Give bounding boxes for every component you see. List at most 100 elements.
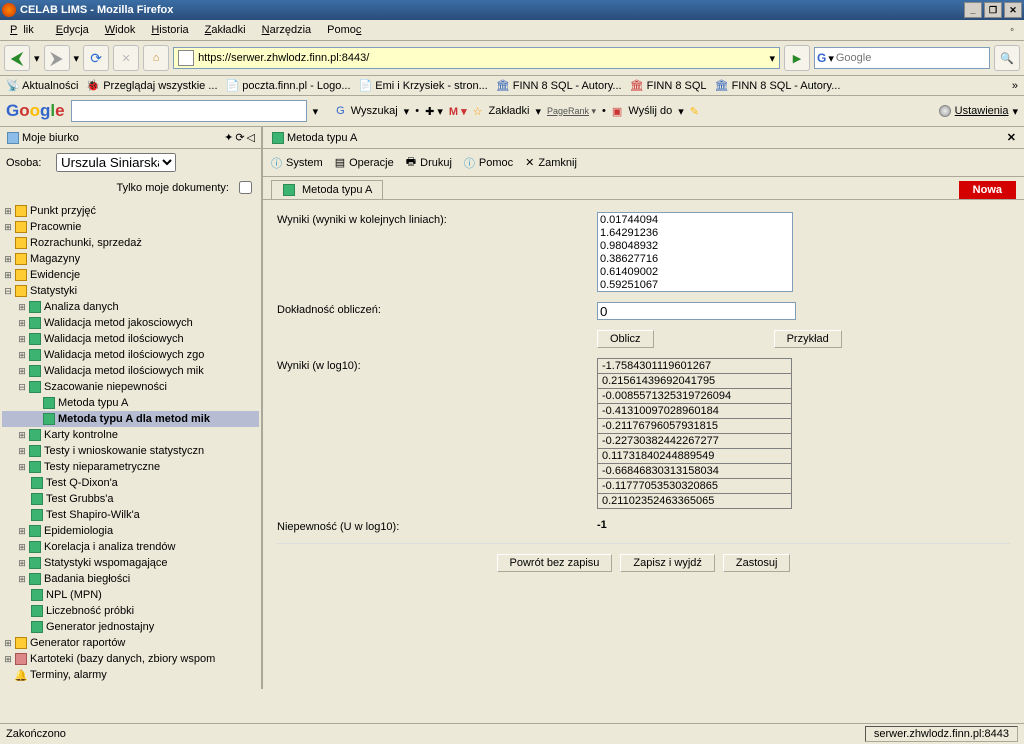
tree-walidilosz[interactable]: Walidacja metod ilościowych zgo: [44, 349, 204, 361]
tree-ewidencje[interactable]: Ewidencje: [30, 269, 80, 281]
tree-walidilos[interactable]: Walidacja metod ilościowych: [44, 333, 184, 345]
sidebar-action1-icon[interactable]: ✦: [224, 131, 233, 144]
google-star-icon[interactable]: ☆: [473, 105, 483, 118]
google-wyszukaj[interactable]: Wyszukaj: [351, 105, 398, 117]
reload-button[interactable]: ⟳: [83, 45, 109, 71]
tree-epi[interactable]: Epidemiologia: [44, 525, 113, 537]
tree-terminy[interactable]: Terminy, alarmy: [30, 669, 107, 681]
google-plus-icon[interactable]: ✚ ▾: [425, 105, 443, 118]
menu-widok[interactable]: Widok: [99, 22, 142, 38]
log10-cell: -0.21176796057931815: [598, 419, 792, 434]
tree-statystyki[interactable]: Statystyki: [30, 285, 77, 297]
przyklad-button[interactable]: Przykład: [774, 330, 842, 348]
search-input[interactable]: [834, 51, 987, 65]
tree-kartoteki[interactable]: Kartoteki (bazy danych, zbiory wspom: [30, 653, 215, 665]
wyszukaj-dropdown[interactable]: ▾: [404, 105, 410, 118]
google-zakladki[interactable]: Zakładki: [488, 105, 529, 117]
tree-liczebnosc[interactable]: Liczebność próbki: [46, 605, 134, 617]
tree-korelacja[interactable]: Korelacja i analiza trendów: [44, 541, 175, 553]
bookmark-aktualnosci[interactable]: 📡 Aktualności: [6, 79, 78, 92]
menu-pomoc[interactable]: ⓘPomoc: [464, 155, 513, 171]
bookmark-finn2[interactable]: 🏛 FINN 8 SQL: [630, 79, 707, 92]
sidebar-collapse-icon[interactable]: ◁: [247, 131, 255, 144]
close-button[interactable]: ✕: [1004, 2, 1022, 18]
menu-zamknij[interactable]: ✕Zamknij: [525, 156, 577, 169]
go-button[interactable]: ▶: [784, 45, 810, 71]
tree-walidjak[interactable]: Walidacja metod jakosciowych: [44, 317, 193, 329]
tree-metoda-a[interactable]: Metoda typu A: [58, 397, 128, 409]
oblicz-button[interactable]: Oblicz: [597, 330, 654, 348]
zapisz-button[interactable]: Zapisz i wyjdź: [620, 554, 714, 572]
bookmark-finn3[interactable]: 🏛 FINN 8 SQL - Autory...: [715, 79, 841, 92]
menu-narzedzia[interactable]: Narzędzia: [256, 22, 318, 38]
bookmark-poczta[interactable]: 📄 poczta.finn.pl - Logo...: [226, 79, 351, 92]
tree-szacowanie[interactable]: Szacowanie niepewności: [44, 381, 167, 393]
forward-dropdown[interactable]: ▾: [74, 52, 80, 65]
dokladnosc-input[interactable]: [597, 302, 796, 320]
wyniki-textarea[interactable]: 0.01744094 1.64291236 0.98048932 0.38627…: [597, 212, 793, 292]
tree-statwsp[interactable]: Statystyki wspomagające: [44, 557, 168, 569]
tree-karty[interactable]: Karty kontrolne: [44, 429, 118, 441]
content-close-icon[interactable]: ✕: [1007, 131, 1016, 144]
google-search-input[interactable]: [71, 100, 307, 122]
menu-edycja[interactable]: Edycja: [50, 22, 95, 38]
back-dropdown[interactable]: ▾: [34, 52, 40, 65]
tab-metoda-a[interactable]: Metoda typu A: [271, 180, 383, 199]
bookmark-finn1[interactable]: 🏛 FINN 8 SQL - Autory...: [496, 79, 622, 92]
tree-testystat[interactable]: Testy i wnioskowanie statystyczn: [44, 445, 204, 457]
google-wyslij[interactable]: Wyślij do: [628, 105, 672, 117]
tree-generatorr[interactable]: Generator raportów: [30, 637, 125, 649]
bookmark-emi[interactable]: 📄 Emi i Krzysiek - stron...: [359, 79, 488, 92]
settings-icon[interactable]: [939, 105, 951, 117]
menu-operacje[interactable]: ▤Operacje: [335, 156, 394, 169]
tree-testynp[interactable]: Testy nieparametryczne: [44, 461, 160, 473]
google-search-dropdown[interactable]: ▾: [313, 105, 319, 118]
tree-npl[interactable]: NPL (MPN): [46, 589, 102, 601]
home-button[interactable]: ⌂: [143, 45, 169, 71]
nav-tree[interactable]: ⊞Punkt przyjęć ⊞Pracownie Rozrachunki, s…: [0, 201, 261, 689]
search-engine-icon[interactable]: G: [817, 51, 826, 65]
nowa-button[interactable]: Nowa: [959, 181, 1016, 199]
sidebar-action2-icon[interactable]: ⟳: [235, 131, 244, 144]
tylko-moje-checkbox[interactable]: [239, 181, 252, 194]
tree-walidilosm[interactable]: Walidacja metod ilościowych mik: [44, 365, 204, 377]
tree-rozrachunki[interactable]: Rozrachunki, sprzedaż: [30, 237, 142, 249]
menu-more-icon[interactable]: ◦: [1004, 22, 1020, 38]
google-search-icon[interactable]: G: [336, 105, 345, 117]
tree-magazyny[interactable]: Magazyny: [30, 253, 80, 265]
powrot-button[interactable]: Powrót bez zapisu: [497, 554, 613, 572]
tree-punkt[interactable]: Punkt przyjęć: [30, 205, 96, 217]
bookmarks-overflow-icon[interactable]: »: [1012, 80, 1018, 92]
highlight-icon[interactable]: ✎: [690, 105, 699, 118]
menu-system[interactable]: ⓘSystem: [271, 155, 323, 171]
osoba-select[interactable]: Urszula Siniarska: [56, 153, 176, 172]
tree-grubbs[interactable]: Test Grubbs'a: [46, 493, 114, 505]
tree-dixon[interactable]: Test Q-Dixon'a: [46, 477, 118, 489]
gmail-icon[interactable]: M ▾: [449, 105, 467, 118]
tree-badania[interactable]: Badania biegłości: [44, 573, 130, 585]
tree-generator[interactable]: Generator jednostajny: [46, 621, 154, 633]
bookmark-przegladaj[interactable]: 🐞 Przeglądaj wszystkie ...: [86, 79, 217, 92]
pagerank-label[interactable]: PageRank: [547, 106, 589, 116]
zakladki-dropdown[interactable]: ▾: [535, 105, 541, 118]
maximize-button[interactable]: ❐: [984, 2, 1002, 18]
tree-metoda-a-mik[interactable]: Metoda typu A dla metod mik: [58, 413, 210, 425]
menu-plik[interactable]: Plik: [4, 22, 46, 38]
wyslij-dropdown[interactable]: ▾: [678, 105, 684, 118]
minimize-button[interactable]: _: [964, 2, 982, 18]
url-dropdown-icon[interactable]: ▾: [769, 52, 775, 65]
search-go-button[interactable]: 🔍: [994, 45, 1020, 71]
back-button[interactable]: ⮜: [4, 45, 30, 71]
menu-historia[interactable]: Historia: [145, 22, 194, 38]
url-bar[interactable]: https://serwer.zhwlodz.finn.pl:8443/ ▾: [173, 47, 780, 69]
menu-zakladki[interactable]: Zakładki: [199, 22, 252, 38]
desk-icon: [6, 132, 20, 144]
tree-shapiro[interactable]: Test Shapiro-Wilk'a: [46, 509, 140, 521]
tree-analiza[interactable]: Analiza danych: [44, 301, 119, 313]
zastosuj-button[interactable]: Zastosuj: [723, 554, 791, 572]
ustawienia-dropdown[interactable]: ▾: [1012, 105, 1018, 118]
tree-pracownie[interactable]: Pracownie: [30, 221, 81, 233]
menu-drukuj[interactable]: 🖶Drukuj: [406, 153, 452, 172]
menu-pomoc[interactable]: Pomoc: [321, 22, 367, 38]
google-ustawienia[interactable]: Ustawienia: [955, 105, 1009, 117]
